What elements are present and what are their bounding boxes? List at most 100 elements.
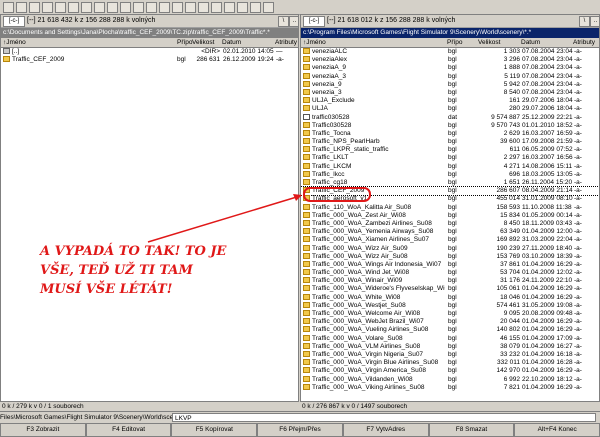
sync-icon[interactable]	[237, 2, 248, 13]
refresh-icon[interactable]	[3, 2, 14, 13]
right-col-date[interactable]: Datum	[521, 38, 540, 47]
right-file-row[interactable]: Traffic_000_WoA_Zambezi Airlines_Su08 bgl…	[301, 219, 599, 228]
forward-icon[interactable]	[133, 2, 144, 13]
ftp-icon[interactable]	[185, 2, 196, 13]
right-file-row[interactable]: Traffic_000_WoA_Vueling Airlines_Su08 bgl…	[301, 326, 599, 334]
find-icon[interactable]	[211, 2, 222, 13]
right-file-row[interactable]: Traffic_110_WoA_Kalitta Air_Su08 bgl 158 5…	[301, 203, 599, 212]
right-drive-select[interactable]: [-c-]	[303, 16, 325, 27]
right-file-row[interactable]: Traffic_000_WoA_VLM Airlines_Su08 bgl 38 0…	[301, 342, 599, 351]
left-col-size[interactable]: Velikost	[192, 38, 214, 47]
sort-size-icon[interactable]	[94, 2, 105, 13]
f3-view-button[interactable]: F3 Zobrazit	[0, 423, 86, 437]
right-col-ext[interactable]: Přípo	[447, 38, 463, 47]
unpack-icon[interactable]	[159, 2, 170, 13]
right-file-row[interactable]: Traffic_lkcc bgl 696 18.03.2005 13:05 -a-	[301, 170, 599, 179]
right-root-button[interactable]: \	[579, 16, 590, 27]
right-file-row[interactable]: veneziaAlex bgl 3 296 07.08.2004 23:04 -a-	[301, 56, 599, 64]
right-cell-date: 01.04.2009 17:09	[522, 334, 573, 342]
right-file-row[interactable]: veneziaA_3 bgl 5 119 07.08.2004 23:04 -a-	[301, 72, 599, 81]
right-file-row[interactable]: Traffic_000_WoA_Wings Air Indonesia_Wi07…	[301, 260, 599, 269]
notepad-icon[interactable]	[250, 2, 261, 13]
rename-icon[interactable]	[224, 2, 235, 13]
left-root-button[interactable]: \	[278, 16, 289, 27]
list-icon[interactable]	[16, 2, 27, 13]
right-file-row[interactable]: veneziaA_9 bgl 1 888 07.08.2004 23:04 -a-	[301, 64, 599, 72]
right-file-row[interactable]: Traffic_000_WoA_Wideroe's Flyveselskap_W…	[301, 285, 599, 293]
right-cell-ext: bgl	[448, 342, 457, 350]
sort-ext-icon[interactable]	[81, 2, 92, 13]
altf4-exit-button[interactable]: Alt+F4 Konec	[514, 423, 600, 437]
folder-icon[interactable]	[172, 2, 183, 13]
pack-icon[interactable]	[146, 2, 157, 13]
right-file-row[interactable]: Traffic_000_WoA_Welcome Air_Wi08 bgl 9 095…	[301, 310, 599, 318]
left-col-attr[interactable]: Atributy	[275, 38, 297, 47]
right-file-row[interactable]: Traffic_LKPR_static_traffic bgl 611 06.05.2…	[301, 146, 599, 154]
file-icon	[303, 277, 310, 284]
right-file-row[interactable]: Traffic_000_WoA_Yemenia Airways_Su08 bgl 6…	[301, 228, 599, 236]
sort-name-icon[interactable]	[68, 2, 79, 13]
right-file-row[interactable]: Traffic_000_WoA_Viking Airlines_Su08 bgl 7…	[301, 383, 599, 392]
right-file-row[interactable]: Traffic_000_WoA_Wizz Air_Su09 bgl 190 239 2…	[301, 244, 599, 253]
right-cell-ext: bgl	[448, 285, 457, 293]
f8-delete-button[interactable]: F8 Smazat	[428, 423, 515, 437]
right-file-row[interactable]: Traffic_000_WoA_White_Wi08 bgl 18 046 01.04…	[301, 293, 599, 302]
f7-mkdir-button[interactable]: F7 VytvAdres	[342, 423, 429, 437]
right-file-row[interactable]: Traffic_NPS_PearlHarb bgl 39 600 17.09.2008…	[301, 138, 599, 146]
right-file-row[interactable]: Traffic_000_WoA_Zest Air_Wi08 bgl 15 834 01…	[301, 211, 599, 220]
left-col-name[interactable]: ↑Jméno	[3, 38, 26, 47]
right-file-row[interactable]: Traffic_000_WoA_Virgin Nigeria_Su07 bgl 33…	[301, 350, 599, 359]
right-cell-ext: bgl	[448, 383, 457, 391]
right-file-row[interactable]: ULJA_Exclude bgl 161 29.07.2006 18:04 -a-	[301, 97, 599, 105]
left-panel[interactable]: [-c-] [--] 21 618 432 k z 156 288 288 k …	[0, 14, 299, 402]
right-file-row[interactable]: Traffic_LKLT bgl 2 297 16.03.2007 16:56 -a-	[301, 154, 599, 162]
f5-copy-button[interactable]: F5 Kopírovat	[171, 423, 258, 437]
right-file-row[interactable]: Traffic_000_WoA_Wizz Air_Su08 bgl 153 769 0…	[301, 252, 599, 261]
right-file-row[interactable]: Traffic_000_WoA_Vildanden_Wi08 bgl 6 992 22…	[301, 375, 599, 384]
right-file-row[interactable]: Traffic_000_WoA_Winair_Wi09 bgl 31 176 24.1…	[301, 277, 599, 285]
left-up-button[interactable]: ..	[289, 16, 298, 27]
sort-date-icon[interactable]	[107, 2, 118, 13]
left-file-row[interactable]: Traffic_CEF_2009 bgl 286 631 26.12.2009 19:…	[1, 56, 298, 64]
right-file-row[interactable]: Traffic_000_WoA_Virgin Blue Airlines_Su0…	[301, 359, 599, 367]
detail-icon[interactable]	[29, 2, 40, 13]
left-col-date[interactable]: Datum	[222, 38, 241, 47]
file-icon	[303, 211, 310, 218]
right-file-row[interactable]: ULJA bgl 280 29.07.2006 18:04 -a-	[301, 105, 599, 113]
right-file-row[interactable]: venezia_3 bgl 8 540 07.08.2004 23:04 -a-	[301, 88, 599, 97]
star-icon[interactable]	[55, 2, 66, 13]
right-file-row[interactable]: Traffic_Tocna bgl 2 629 16.03.2007 16:59 -a-	[301, 129, 599, 138]
right-file-row[interactable]: traffic030528 dat 9 574 887 25.12.2009 22:2…	[301, 113, 599, 122]
left-drive-select[interactable]: [-c-]	[3, 16, 25, 27]
back-icon[interactable]	[120, 2, 131, 13]
disconnect-icon[interactable]	[198, 2, 209, 13]
settings-icon[interactable]	[263, 2, 274, 13]
right-file-row[interactable]: Traffic_000_WoA_Xiamen Airlines_Su07 bgl 1…	[301, 236, 599, 244]
right-file-list[interactable]: veneziaALC bgl 1 303 07.08.2004 23:04 -a-ven…	[301, 48, 599, 392]
right-file-row[interactable]: Traffic_LKCM bgl 4 271 14.08.2006 15:11 -a-	[301, 162, 599, 171]
right-file-row[interactable]: venezia_9 bgl 5 942 07.08.2004 23:04 -a-	[301, 80, 599, 89]
left-col-ext[interactable]: Přípo	[177, 38, 193, 47]
right-file-row[interactable]: veneziaALC bgl 1 303 07.08.2004 23:04 -a-	[301, 48, 599, 56]
left-file-row[interactable]: [..] <DIR> 02.01.2010 14:05—	[1, 48, 298, 56]
right-file-row[interactable]: Traffic_000_WoA_Volare_Su08 bgl 46 155 01.0…	[301, 334, 599, 343]
right-file-row[interactable]: Traffic_000_WoA_WebJet Brazil_Wi07 bgl 20 …	[301, 318, 599, 326]
left-file-list[interactable]: [..] <DIR> 02.01.2010 14:05— Traffic_CEF_20…	[1, 48, 298, 64]
tree-icon[interactable]	[42, 2, 53, 13]
right-col-name[interactable]: ↑Jméno	[303, 38, 326, 47]
right-file-row[interactable]: Traffic_000_WoA_Wind Jet_Wi08 bgl 53 704 01…	[301, 269, 599, 277]
right-col-attr[interactable]: Atributy	[573, 38, 595, 47]
right-panel[interactable]: [-c-] [--] 21 618 012 k z 156 288 288 k …	[300, 14, 600, 402]
command-input[interactable]: LKVP	[172, 413, 596, 422]
f4-edit-button[interactable]: F4 Editovat	[85, 423, 172, 437]
right-cell-name: Traffic_lkcc	[312, 170, 345, 178]
right-file-row[interactable]: Traffic_000_WoA_Westjet_Su08 bgl 574 461 31…	[301, 301, 599, 310]
right-file-row[interactable]: Traffic030528 bgl 9 570 743 01.01.2010 18:5…	[301, 121, 599, 130]
f6-move-button[interactable]: F6 Přejm/Přes	[257, 423, 343, 437]
right-cell-name: Traffic_000_WoA_VLM Airlines_Su08	[312, 342, 421, 350]
right-cell-attr: -a-	[574, 334, 582, 342]
right-col-size[interactable]: Velikost	[478, 38, 500, 47]
right-file-row[interactable]: Traffic_cg18 bgl 1 651 26.11.2004 15:20 -a-	[301, 179, 599, 187]
right-file-row[interactable]: Traffic_000_WoA_Virgin America_Su08 bgl 14…	[301, 367, 599, 375]
right-up-button[interactable]: ..	[590, 16, 599, 27]
